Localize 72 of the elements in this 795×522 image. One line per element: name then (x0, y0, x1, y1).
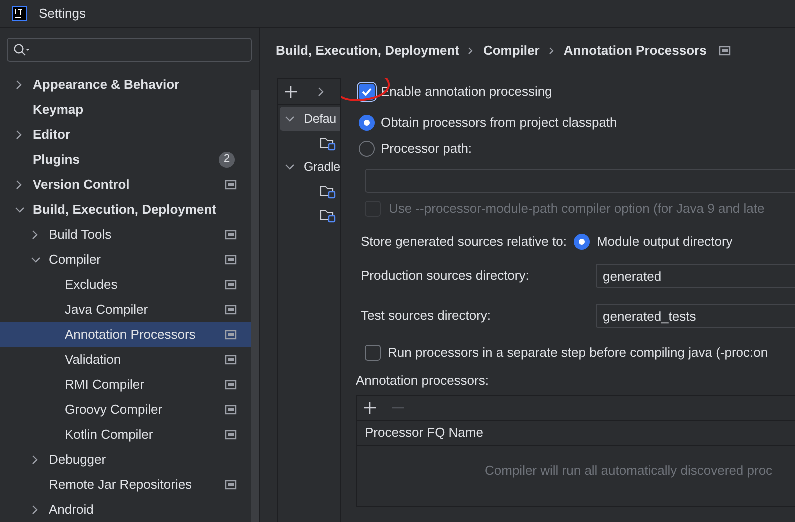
sidebar-item[interactable]: Validation (0, 347, 251, 372)
project-level-icon (225, 478, 237, 490)
project-level-icon (225, 304, 237, 316)
text-field[interactable]: generated (596, 264, 795, 288)
chevron-right-icon (316, 86, 326, 98)
project-level-icon (225, 278, 237, 290)
breadcrumb-separator-icon (548, 46, 556, 56)
radio-label: Processor path: (381, 140, 472, 158)
project-level-icon (225, 328, 237, 340)
checkbox-label: Use --processor-module-path compiler option (for Java 9 and late (389, 200, 765, 218)
sidebar-item[interactable]: Remote Jar Repositories (0, 472, 251, 497)
radio-button[interactable] (359, 115, 375, 131)
sidebar-item[interactable]: Editor (0, 122, 251, 147)
sidebar-item[interactable]: Excludes (0, 272, 251, 297)
sidebar-item[interactable]: Plugins 2 (0, 147, 251, 172)
processor-path-field[interactable] (365, 169, 795, 193)
sidebar-item[interactable]: Appearance & Behavior (0, 72, 251, 97)
sidebar-item[interactable]: Debugger (0, 447, 251, 472)
text-field[interactable]: generated_tests (596, 304, 795, 328)
radio-button[interactable] (359, 141, 375, 157)
project-level-icon (225, 178, 237, 190)
add-button[interactable] (284, 84, 298, 98)
sidebar-item[interactable]: Build, Execution, Deployment (0, 197, 251, 222)
field-label: Production sources directory: (361, 267, 530, 286)
module-folder-icon (320, 136, 336, 150)
radio-label: Module output directory (596, 233, 733, 252)
count-badge: 2 (219, 152, 235, 168)
plus-icon (284, 84, 298, 98)
add-button[interactable] (363, 400, 377, 414)
profile-item[interactable]: Defau (280, 107, 340, 131)
breadcrumb-item[interactable]: Compiler (483, 40, 540, 60)
plus-icon (363, 400, 377, 414)
profile-item[interactable]: Gradle (280, 155, 340, 179)
window-title: Settings (39, 4, 86, 23)
field-label: Test sources directory: (361, 307, 492, 326)
sidebar-item[interactable]: RMI Compiler (0, 372, 251, 397)
sidebar-item[interactable]: Keymap (0, 97, 251, 122)
sidebar-item[interactable]: Annotation Processors (0, 322, 251, 347)
field-label: Store generated sources relative to: (361, 233, 567, 252)
empty-table-text: Compiler will run all automatically discovered proc (485, 462, 773, 480)
more-button[interactable] (316, 86, 326, 98)
section-label: Annotation processors: (356, 372, 490, 390)
checkbox[interactable] (359, 84, 375, 100)
radio-label: Obtain processors from project classpath (381, 114, 618, 132)
breadcrumb-separator-icon (467, 46, 476, 56)
project-level-icon (225, 354, 237, 366)
minus-icon (392, 406, 404, 408)
app-logo-icon (12, 6, 27, 21)
project-level-icon (225, 254, 237, 266)
sidebar-item[interactable]: Compiler (0, 247, 251, 272)
module-folder-icon (320, 208, 336, 222)
search-field[interactable] (7, 38, 252, 62)
breadcrumb-item[interactable]: Build, Execution, Deployment (276, 40, 460, 60)
radio-button[interactable] (574, 234, 590, 250)
sidebar-item[interactable]: Build Tools (0, 222, 251, 247)
checkbox-label: Run processors in a separate step before compiling java (-proc:on (388, 344, 768, 362)
project-level-icon (225, 228, 237, 240)
search-icon (13, 43, 30, 57)
project-level-icon (225, 428, 237, 440)
column-header[interactable]: Processor FQ Name (365, 422, 484, 442)
sidebar-item[interactable]: Android (0, 497, 251, 522)
sidebar-item[interactable]: Version Control (0, 172, 251, 197)
checkmark-icon (361, 86, 373, 98)
scrollbar[interactable] (251, 90, 259, 522)
module-folder-icon (320, 184, 336, 198)
sidebar-item[interactable]: Java Compiler (0, 297, 251, 322)
sidebar-item[interactable]: Kotlin Compiler (0, 422, 251, 447)
checkbox[interactable] (365, 345, 381, 361)
breadcrumb-item[interactable]: Annotation Processors (564, 40, 707, 60)
project-level-icon (225, 404, 237, 416)
project-level-icon (225, 378, 237, 390)
sidebar-item[interactable]: Groovy Compiler (0, 397, 251, 422)
